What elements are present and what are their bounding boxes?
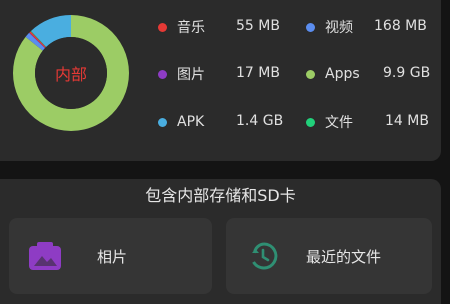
legend-dot-documents bbox=[306, 117, 315, 127]
legend-size-music: 55 MB bbox=[236, 18, 280, 34]
legend-size-apk: 1.4 GB bbox=[236, 113, 284, 129]
legend-dot-video bbox=[306, 22, 315, 32]
legend-dot-music bbox=[158, 22, 167, 32]
legend-item-apk[interactable]: APK bbox=[158, 112, 237, 132]
photos-tile[interactable]: 相片 bbox=[9, 218, 212, 294]
storage-donut-chart[interactable]: 内部 bbox=[12, 14, 130, 132]
legend-dot-apk bbox=[158, 117, 167, 127]
legend-size-images: 17 MB bbox=[236, 65, 280, 81]
legend-label-apps: Apps bbox=[325, 66, 360, 82]
legend-size-video: 168 MB bbox=[374, 18, 427, 34]
history-icon bbox=[248, 241, 278, 271]
legend-dot-images bbox=[158, 69, 167, 79]
legend-item-music[interactable]: 音乐 bbox=[158, 17, 237, 37]
legend-dot-apps bbox=[306, 69, 315, 79]
legend-label-documents: 文件 bbox=[325, 115, 353, 131]
photo-icon bbox=[29, 242, 61, 270]
donut-center-label: 内部 bbox=[54, 65, 87, 84]
recent-files-tile-label: 最近的文件 bbox=[306, 247, 382, 266]
legend-item-apps[interactable]: Apps bbox=[306, 64, 385, 84]
legend-size-apps: 9.9 GB bbox=[383, 65, 431, 81]
storage-summary-card: 内部 音乐 55 MB 视频 168 MB 图片 17 MB Apps 9.9 … bbox=[0, 0, 441, 161]
section-title: 包含内部存储和SD卡 bbox=[145, 186, 296, 205]
legend-label-music: 音乐 bbox=[177, 20, 205, 36]
legend-item-documents[interactable]: 文件 bbox=[306, 112, 385, 132]
legend-label-images: 图片 bbox=[177, 67, 205, 83]
recent-files-tile[interactable]: 最近的文件 bbox=[226, 218, 432, 294]
legend-item-images[interactable]: 图片 bbox=[158, 64, 237, 84]
photos-tile-label: 相片 bbox=[97, 247, 128, 266]
legend-size-documents: 14 MB bbox=[385, 113, 429, 129]
legend-label-apk: APK bbox=[177, 114, 205, 130]
